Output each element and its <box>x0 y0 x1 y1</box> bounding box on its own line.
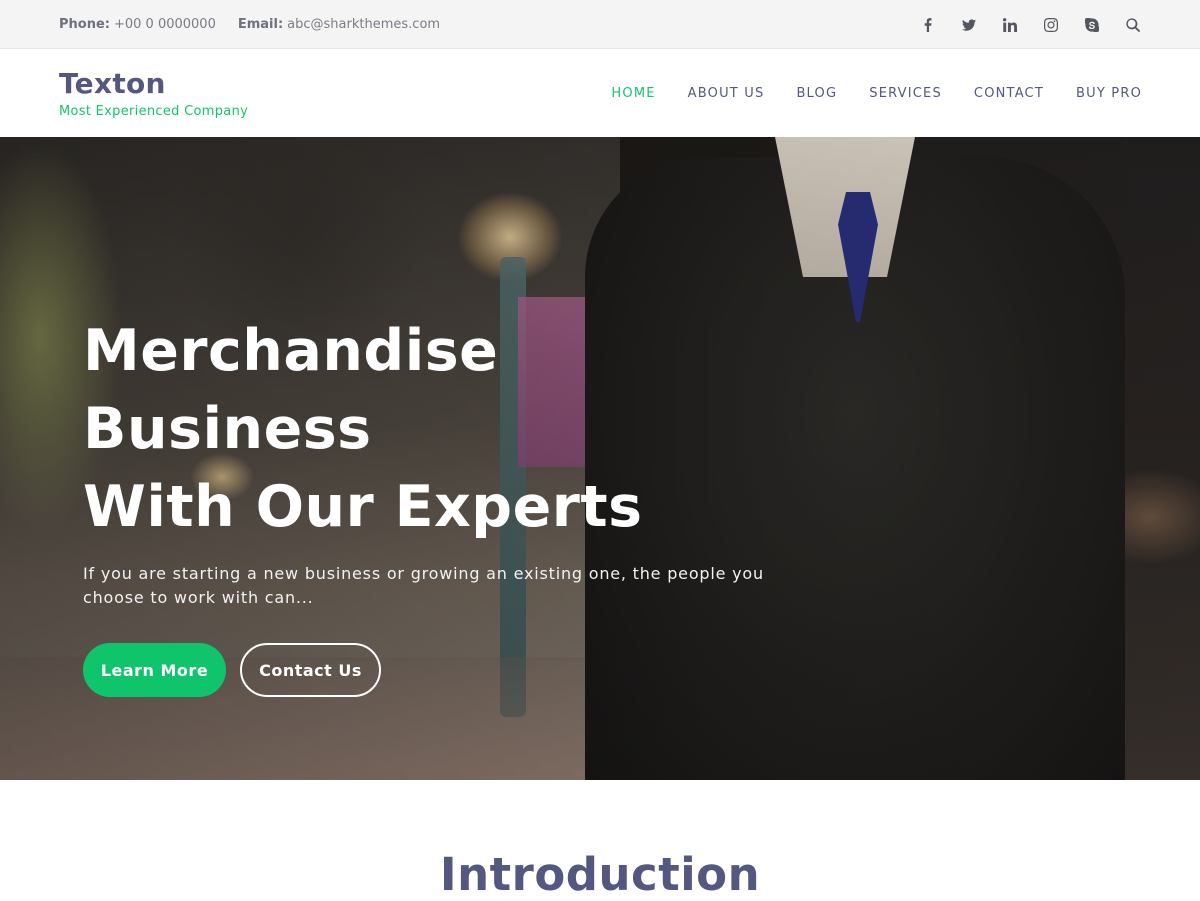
email-value[interactable]: abc@sharkthemes.com <box>287 17 440 32</box>
hero-banner: Merchandise Business With Our Experts If… <box>0 137 1200 780</box>
instagram-icon[interactable] <box>1043 17 1059 33</box>
hero-title-line2: With Our Experts <box>83 474 643 540</box>
twitter-icon[interactable] <box>961 17 977 33</box>
contact-info: Phone: +00 0 0000000 Email: abc@sharktheme… <box>59 0 440 49</box>
linkedin-icon[interactable] <box>1002 17 1018 33</box>
hero-title: Merchandise Business With Our Experts <box>83 312 803 546</box>
social-links <box>920 0 1141 49</box>
nav-contact[interactable]: CONTACT <box>974 86 1044 101</box>
phone-info: Phone: +00 0 0000000 <box>59 17 216 32</box>
hero-title-line1: Merchandise Business <box>83 318 499 462</box>
site-tagline: Most Experienced Company <box>59 104 249 119</box>
hero-buttons: Learn More Contact Us <box>83 643 803 697</box>
contact-us-button[interactable]: Contact Us <box>240 643 381 697</box>
facebook-icon[interactable] <box>920 17 936 33</box>
email-label: Email: <box>237 17 284 32</box>
phone-value[interactable]: +00 0 0000000 <box>114 17 216 32</box>
nav-services[interactable]: SERVICES <box>869 86 942 101</box>
main-navigation: HOME ABOUT US BLOG SERVICES CONTACT BUY … <box>611 49 1142 137</box>
site-branding[interactable]: Texton Most Experienced Company <box>59 67 248 119</box>
nav-buy-pro[interactable]: BUY PRO <box>1076 86 1142 101</box>
email-info: Email: abc@sharkthemes.com <box>238 17 440 32</box>
skype-icon[interactable] <box>1084 17 1100 33</box>
nav-home[interactable]: HOME <box>611 86 655 101</box>
introduction-heading: Introduction <box>439 848 761 901</box>
hero-content: Merchandise Business With Our Experts If… <box>83 312 803 697</box>
site-header: Texton Most Experienced Company HOME ABO… <box>0 49 1200 137</box>
learn-more-button[interactable]: Learn More <box>83 643 226 697</box>
phone-label: Phone: <box>59 17 110 32</box>
nav-about-us[interactable]: ABOUT US <box>688 86 765 101</box>
top-bar: Phone: +00 0 0000000 Email: abc@sharktheme… <box>0 0 1200 49</box>
nav-blog[interactable]: BLOG <box>796 86 837 101</box>
search-icon[interactable] <box>1125 17 1141 33</box>
hero-subtitle: If you are starting a new business or gr… <box>83 564 764 607</box>
site-name[interactable]: Texton <box>59 67 248 101</box>
